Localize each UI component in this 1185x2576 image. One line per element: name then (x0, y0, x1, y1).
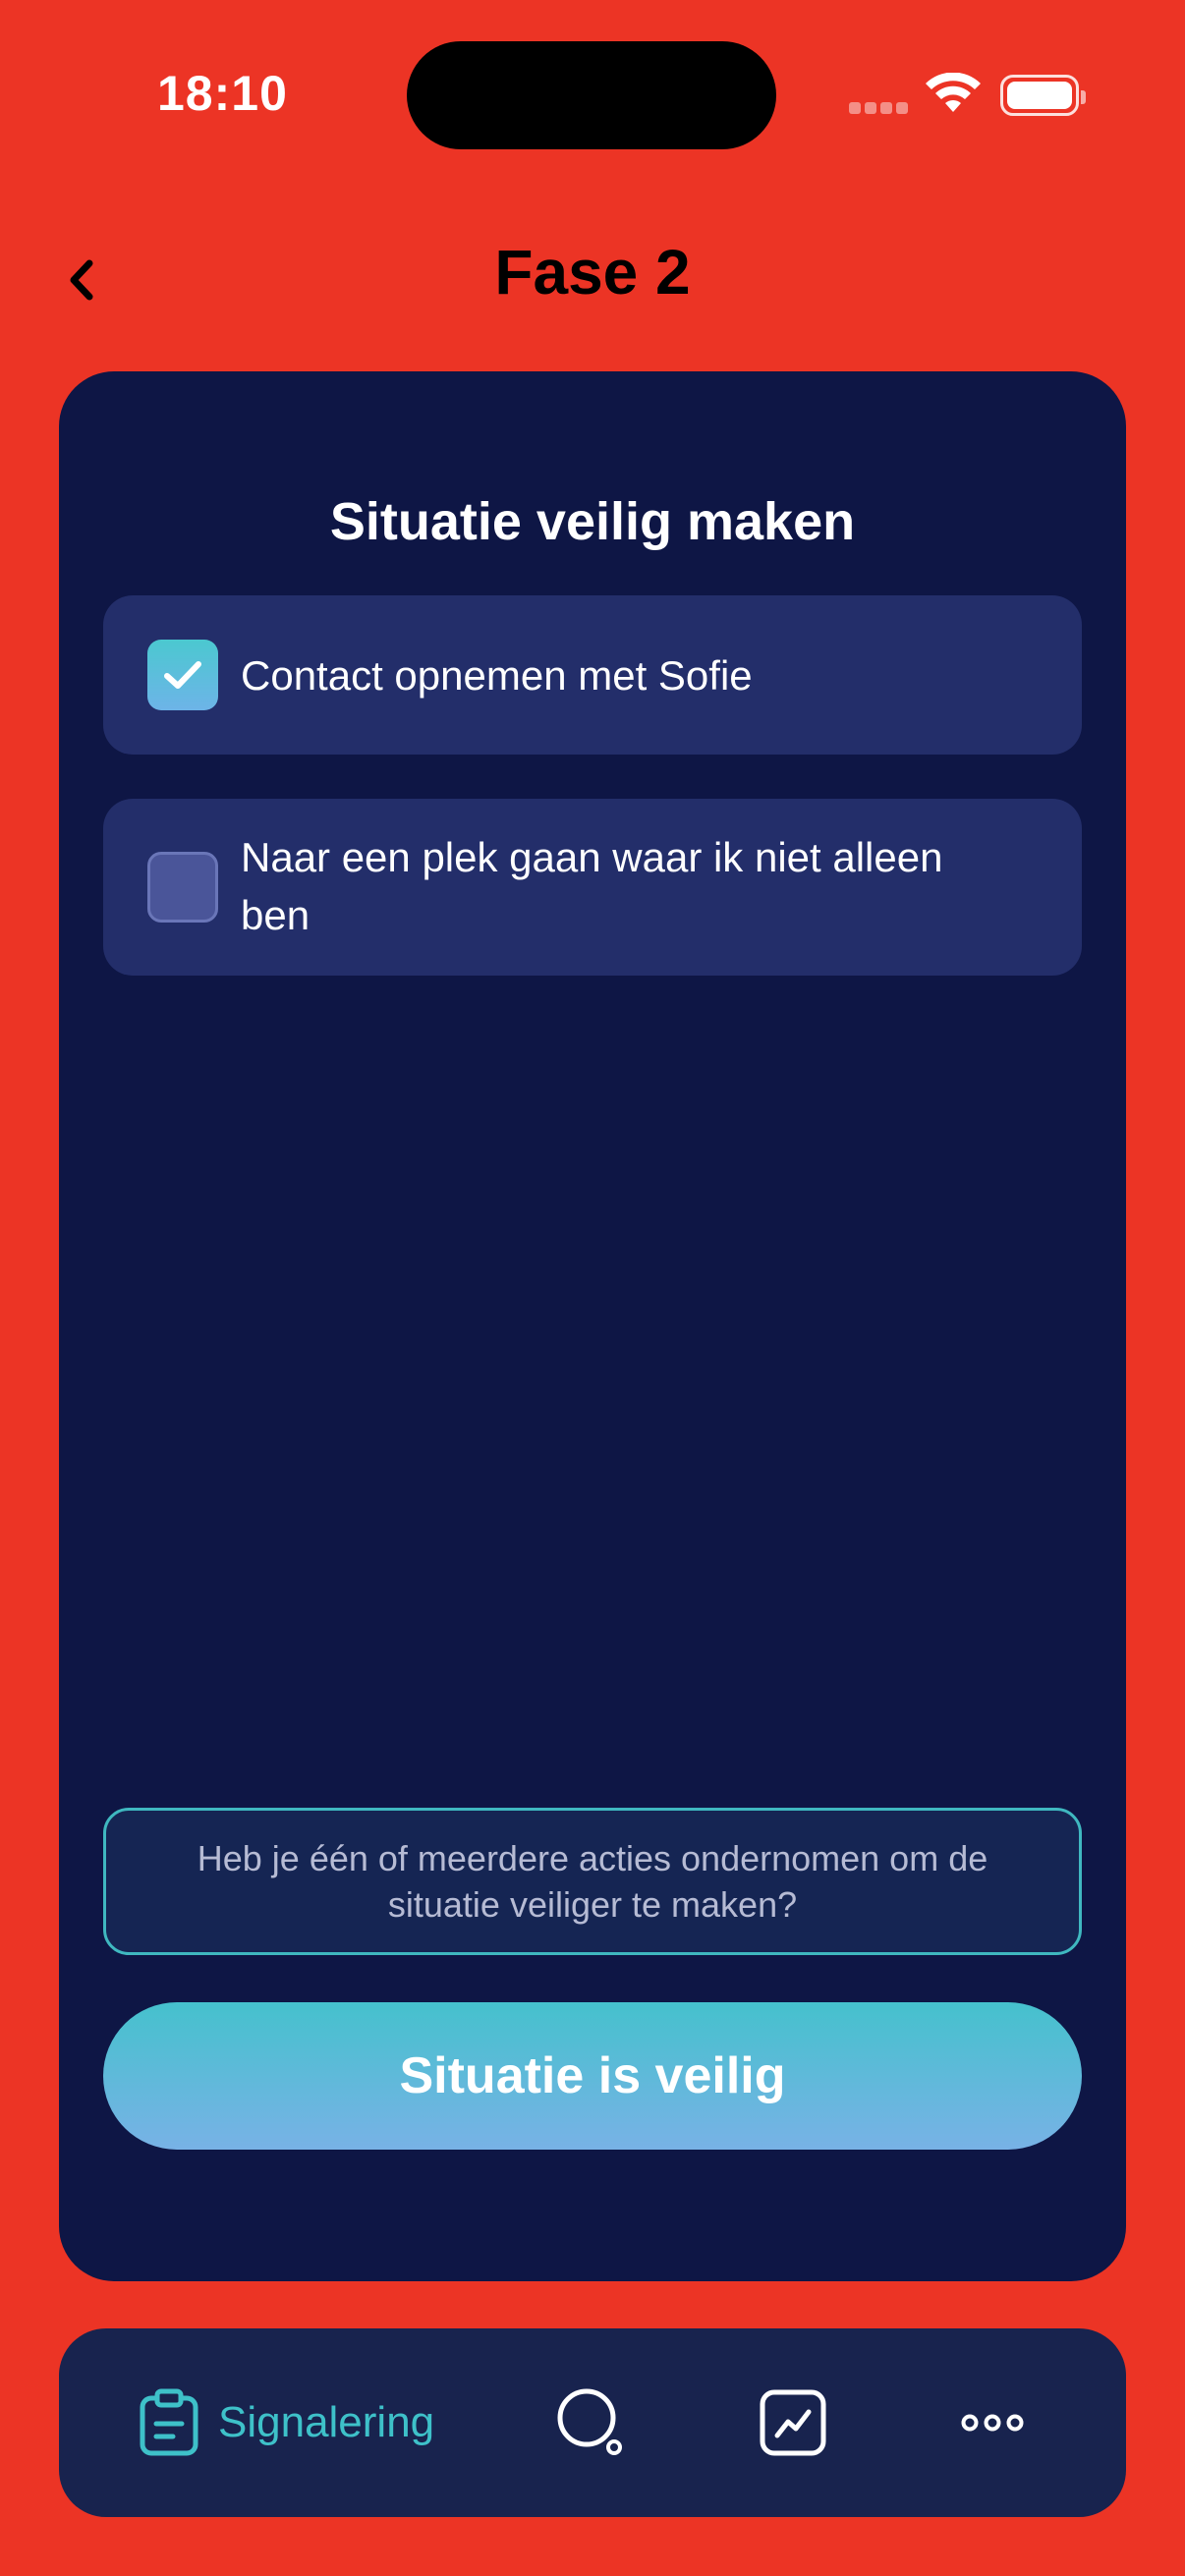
more-icon (961, 2414, 1024, 2432)
action-item-label: Contact opnemen met Sofie (241, 652, 753, 699)
chart-icon (760, 2389, 826, 2456)
safety-card: Situatie veilig maken Contact opnemen me… (59, 371, 1126, 2281)
checkbox-checked[interactable] (147, 640, 218, 710)
tab-bar: Signalering (59, 2328, 1126, 2517)
dynamic-island (407, 41, 776, 149)
wifi-icon (926, 73, 981, 112)
checkmark-icon (164, 661, 201, 689)
screen: 18:10 Fase 2 Situatie veilig maken Conta… (0, 0, 1185, 2576)
status-time: 18:10 (157, 66, 288, 121)
tab-more[interactable] (961, 2328, 1024, 2517)
tab-chart[interactable] (759, 2328, 827, 2517)
tab-search[interactable] (555, 2328, 628, 2517)
card-title: Situatie veilig maken (329, 492, 856, 551)
situation-safe-button[interactable]: Situatie is veilig (103, 2002, 1082, 2150)
tab-signalering[interactable]: Signalering (138, 2328, 434, 2517)
cellular-signal-icon (849, 102, 908, 116)
checkbox-unchecked[interactable] (147, 852, 218, 923)
tab-label: Signalering (218, 2398, 435, 2446)
action-item-contact[interactable]: Contact opnemen met Sofie (103, 595, 1082, 755)
question-prompt: Heb je één of meerdere acties ondernomen… (103, 1808, 1082, 1955)
battery-icon (1000, 75, 1086, 116)
search-icon (557, 2388, 622, 2455)
action-item-label: Naar een plek gaan waar ik niet alleen b… (241, 834, 943, 938)
clipboard-icon (140, 2388, 198, 2456)
page-title: Fase 2 (494, 237, 691, 308)
action-item-location[interactable]: Naar een plek gaan waar ik niet alleen b… (103, 799, 1082, 976)
